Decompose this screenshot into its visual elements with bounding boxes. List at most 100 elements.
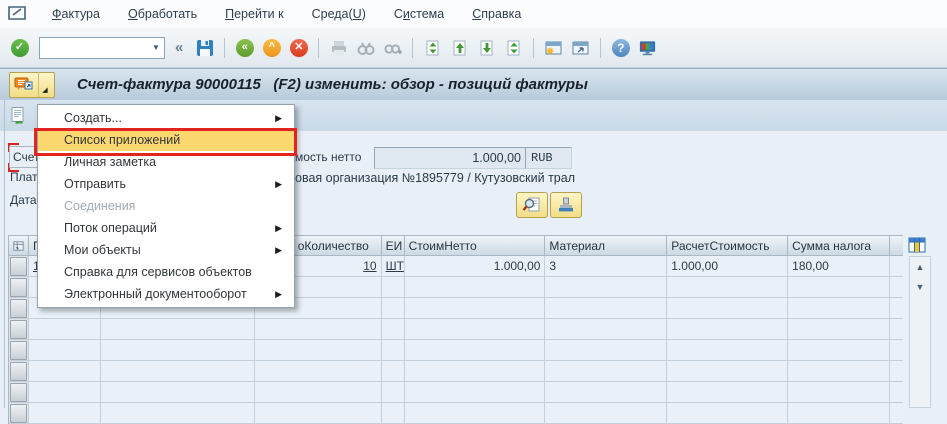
header-tax-amount[interactable]: Сумма налога [788,236,890,255]
first-page-icon [424,39,442,57]
page-title: Счет-фактура 90000115 (F2) изменить: обз… [77,76,588,93]
services-for-object-icon [10,74,38,96]
menu-item-help-for-object-services[interactable]: Справка для сервисов объектов [38,261,294,283]
menu-environment[interactable]: Среда(U) [298,4,380,24]
save-button[interactable] [195,38,214,57]
first-page-button[interactable] [423,38,442,57]
vertical-scrollbar[interactable]: ▲ ▼ [909,256,931,408]
menu-item-create[interactable]: Создать...▶ [38,107,294,129]
table-row-empty [9,361,903,382]
row-selector[interactable] [9,382,29,403]
scroll-down-icon[interactable]: ▼ [910,277,930,297]
table-configuration-button[interactable] [908,236,935,255]
page-down-icon [478,39,496,57]
create-shortcut-button[interactable] [571,38,590,57]
page-down-button[interactable] [477,38,496,57]
select-all-cell[interactable] [9,236,29,255]
cell-calc-value[interactable]: 1.000,00 [667,256,788,277]
row-selector[interactable] [9,256,29,277]
exit-button[interactable]: ^ [262,38,281,57]
cell-material[interactable]: 3 [545,256,667,277]
print-button[interactable] [329,38,348,57]
menu-system[interactable]: Система [380,4,458,24]
row-selector[interactable] [9,340,29,361]
enter-button[interactable]: ✓ [10,38,29,57]
command-dropdown-icon[interactable]: ▼ [148,39,164,57]
header-calc-value[interactable]: РасчетСтоимость [667,236,788,255]
menu-item-relationships: Соединения [38,195,294,217]
cell-spacer [890,256,903,277]
command-input[interactable] [40,39,148,57]
table-row-empty [9,403,903,424]
monitor-icon [638,39,657,57]
currency-field[interactable]: RUB [525,147,572,169]
back-button[interactable]: « [235,38,254,57]
new-session-button[interactable] [544,38,563,57]
printer-icon [330,39,348,57]
payer-label: Плат [10,170,38,184]
customize-layout-button[interactable] [638,38,657,57]
standard-toolbar: ✓ ▼ « « ^ ✕ [0,28,947,68]
header-spacer [890,236,903,255]
header-unit[interactable]: ЕИ [382,236,405,255]
document-arrow-icon [9,106,29,126]
table-row-empty [9,340,903,361]
net-value-field[interactable]: 1.000,00 [374,147,529,169]
menu-item-edocument[interactable]: Электронный документооборот▶ [38,283,294,305]
row-selector[interactable] [9,298,29,319]
cell-tax-amount[interactable]: 180,00 [788,256,890,277]
stamp-button[interactable] [550,192,582,218]
menu-goto[interactable]: Перейти к [211,4,297,24]
other-invoice-button[interactable] [7,104,31,127]
menu-item-workflow[interactable]: Поток операций▶ [38,217,294,239]
submenu-arrow-icon: ▶ [275,289,282,300]
submenu-arrow-icon: ▶ [275,113,282,124]
scroll-up-icon[interactable]: ▲ [910,257,930,277]
row-selector[interactable] [9,319,29,340]
collapse-icon[interactable]: « [175,39,183,56]
cell-unit[interactable]: ШТ [382,256,405,277]
table-row-empty [9,319,903,340]
menu-help[interactable]: Справка [458,4,535,24]
menu-item-personal-note[interactable]: Личная заметка [38,151,294,173]
magnifier-document-icon [522,196,542,214]
last-page-icon [505,39,523,57]
table-config-icon [908,237,930,254]
page-up-icon [451,39,469,57]
cancel-button[interactable]: ✕ [289,38,308,57]
services-context-menu: Создать...▶ Список приложений Личная зам… [37,104,295,308]
system-menu-icon[interactable] [8,6,28,22]
services-dropdown-icon[interactable]: ◢ [38,72,51,97]
find-next-button[interactable] [383,38,402,57]
services-for-object-button[interactable]: ◢ [9,72,55,98]
menu-invoice[interactable]: Фактура [38,4,114,24]
help-button[interactable]: ? [611,38,630,57]
shortcut-icon [571,39,590,57]
last-page-button[interactable] [504,38,523,57]
new-session-icon [544,39,563,57]
row-selector[interactable] [9,403,29,424]
menu-edit[interactable]: Обработать [114,4,211,24]
window-left-border [4,100,5,408]
table-select-icon [13,240,24,252]
binoculars-plus-icon [384,39,402,57]
page-up-button[interactable] [450,38,469,57]
submenu-arrow-icon: ▶ [275,245,282,256]
header-net-value[interactable]: СтоимНетто [405,236,546,255]
command-field[interactable]: ▼ [39,37,165,59]
menu-item-send[interactable]: Отправить▶ [38,173,294,195]
cell-net-value[interactable]: 1.000,00 [405,256,546,277]
find-button[interactable] [356,38,375,57]
menu-item-my-objects[interactable]: Мои объекты▶ [38,239,294,261]
menu-item-attachment-list[interactable]: Список приложений [38,129,294,151]
row-selector[interactable] [9,277,29,298]
date-label: Дата [10,193,37,207]
title-bar: ◢ Счет-фактура 90000115 (F2) изменить: о… [0,68,947,101]
submenu-arrow-icon: ▶ [275,223,282,234]
save-icon [196,39,214,57]
menu-bar: Фактура Обработать Перейти к Среда(U) Си… [0,0,947,29]
header-material[interactable]: Материал [545,236,667,255]
submenu-arrow-icon: ▶ [275,179,282,190]
display-document-button[interactable] [516,192,548,218]
row-selector[interactable] [9,361,29,382]
